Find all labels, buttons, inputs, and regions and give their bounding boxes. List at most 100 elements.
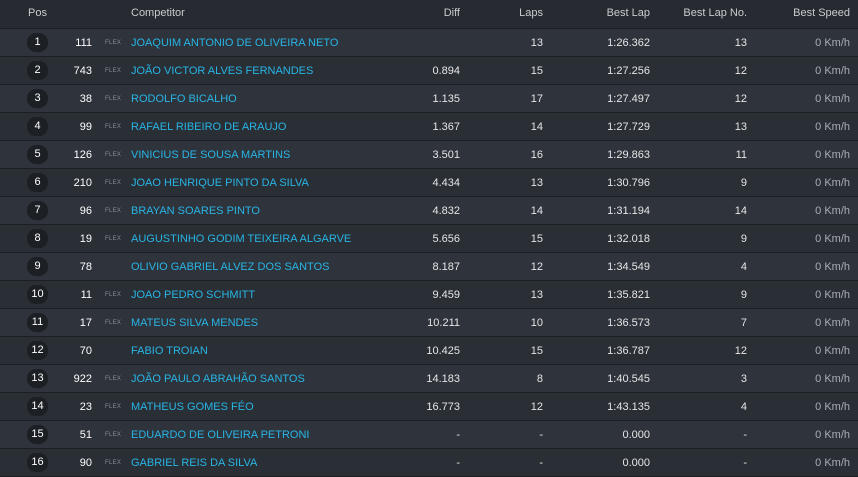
flex-tag: FLEX <box>105 460 122 466</box>
competitor-link[interactable]: AUGUSTINHO GODIM TEIXEIRA ALGARVE <box>131 233 351 245</box>
best-speed-value: 0 Km/h <box>815 37 850 49</box>
table-row[interactable]: 9 78 OLIVIO GABRIEL ALVEZ DOS SANTOS 8.187 1… <box>0 253 858 281</box>
best-speed-value: 0 Km/h <box>815 93 850 105</box>
table-row[interactable]: 16 90 FLEX GABRIEL REIS DA SILVA - - 0.000 - 0 K… <box>0 449 858 477</box>
table-header: Pos Competitor Diff Laps Best Lap Best L… <box>0 0 858 29</box>
best-lap-no-value: 4 <box>740 261 747 273</box>
best-speed-value: 0 Km/h <box>815 65 850 77</box>
position-badge: 10 <box>27 285 48 304</box>
position-badge: 6 <box>27 173 48 192</box>
car-number: 922 <box>73 373 92 385</box>
best-lap-value: 1:34.549 <box>607 261 650 273</box>
best-lap-no-value: 14 <box>734 205 747 217</box>
position-badge: 3 <box>27 89 48 108</box>
position-badge: 7 <box>27 201 48 220</box>
best-lap-no-value: - <box>743 457 747 469</box>
laps-value: 13 <box>530 289 543 301</box>
table-row[interactable]: 6 210 FLEX JOAO HENRIQUE PINTO DA SILVA 4.43… <box>0 169 858 197</box>
header-pos[interactable]: Pos <box>28 7 47 19</box>
header-diff[interactable]: Diff <box>444 7 460 19</box>
competitor-link[interactable]: JOAO HENRIQUE PINTO DA SILVA <box>131 177 309 189</box>
flex-tag: FLEX <box>105 180 122 186</box>
best-lap-value: 1:43.135 <box>607 401 650 413</box>
car-number: 38 <box>79 93 92 105</box>
best-lap-value: 1:30.796 <box>607 177 650 189</box>
flex-tag: FLEX <box>105 208 122 214</box>
header-competitor[interactable]: Competitor <box>131 7 185 19</box>
header-best-lap[interactable]: Best Lap <box>607 7 650 19</box>
competitor-link[interactable]: JOAQUIM ANTONIO DE OLIVEIRA NETO <box>131 37 338 49</box>
best-speed-value: 0 Km/h <box>815 261 850 273</box>
table-row[interactable]: 11 17 FLEX MATEUS SILVA MENDES 10.211 10 1:36.… <box>0 309 858 337</box>
results-table: 1 111 FLEX JOAQUIM ANTONIO DE OLIVEIRA NETO… <box>0 29 858 477</box>
car-number: 743 <box>73 65 92 77</box>
laps-value: 15 <box>530 233 543 245</box>
best-lap-value: 1:31.194 <box>607 205 650 217</box>
competitor-link[interactable]: JOAO PEDRO SCHMITT <box>131 289 255 301</box>
table-row[interactable]: 4 99 FLEX RAFAEL RIBEIRO DE ARAUJO 1.367 14 1:… <box>0 113 858 141</box>
table-row[interactable]: 3 38 FLEX RODOLFO BICALHO 1.135 17 1:27.497 12 0… <box>0 85 858 113</box>
table-row[interactable]: 5 126 FLEX VINICIUS DE SOUSA MARTINS 3.501 16… <box>0 141 858 169</box>
table-row[interactable]: 13 922 FLEX JOÃO PAULO ABRAHÃO SANTOS 14.183… <box>0 365 858 393</box>
diff-value: 0.894 <box>432 65 460 77</box>
competitor-link[interactable]: VINICIUS DE SOUSA MARTINS <box>131 149 290 161</box>
diff-value: 3.501 <box>432 149 460 161</box>
best-lap-no-value: 9 <box>740 233 747 245</box>
best-lap-no-value: 12 <box>734 345 747 357</box>
best-speed-value: 0 Km/h <box>815 149 850 161</box>
table-row[interactable]: 14 23 FLEX MATHEUS GOMES FÉO 16.773 12 1:43.13… <box>0 393 858 421</box>
competitor-link[interactable]: OLIVIO GABRIEL ALVEZ DOS SANTOS <box>131 261 329 273</box>
table-row[interactable]: 12 70 FABIO TROIAN 10.425 15 1:36.787 12 0 Km/h <box>0 337 858 365</box>
flex-tag: FLEX <box>105 68 122 74</box>
position-badge: 13 <box>27 369 48 388</box>
best-speed-value: 0 Km/h <box>815 429 850 441</box>
best-speed-value: 0 Km/h <box>815 121 850 133</box>
position-badge: 4 <box>27 117 48 136</box>
best-lap-no-value: 13 <box>734 121 747 133</box>
table-row[interactable]: 15 51 FLEX EDUARDO DE OLIVEIRA PETRONI - - 0.0… <box>0 421 858 449</box>
competitor-link[interactable]: RAFAEL RIBEIRO DE ARAUJO <box>131 121 286 133</box>
laps-value: 14 <box>530 121 543 133</box>
position-badge: 12 <box>27 341 48 360</box>
flex-tag: FLEX <box>105 320 122 326</box>
flex-tag: FLEX <box>105 292 122 298</box>
competitor-link[interactable]: GABRIEL REIS DA SILVA <box>131 457 257 469</box>
table-row[interactable]: 10 11 FLEX JOAO PEDRO SCHMITT 9.459 13 1:35.82… <box>0 281 858 309</box>
laps-value: 16 <box>530 149 543 161</box>
competitor-link[interactable]: EDUARDO DE OLIVEIRA PETRONI <box>131 429 309 441</box>
best-lap-no-value: 4 <box>740 401 747 413</box>
car-number: 23 <box>79 401 92 413</box>
best-lap-value: 1:27.497 <box>607 93 650 105</box>
competitor-link[interactable]: JOÃO VICTOR ALVES FERNANDES <box>131 65 313 77</box>
competitor-link[interactable]: BRAYAN SOARES PINTO <box>131 205 260 217</box>
table-row[interactable]: 7 96 FLEX BRAYAN SOARES PINTO 4.832 14 1:31.19… <box>0 197 858 225</box>
table-row[interactable]: 2 743 FLEX JOÃO VICTOR ALVES FERNANDES 0.894… <box>0 57 858 85</box>
flex-tag: FLEX <box>105 96 122 102</box>
header-best-speed[interactable]: Best Speed <box>793 7 850 19</box>
table-row[interactable]: 8 19 FLEX AUGUSTINHO GODIM TEIXEIRA ALGARVE… <box>0 225 858 253</box>
car-number: 210 <box>73 177 92 189</box>
car-number: 111 <box>75 37 92 49</box>
best-lap-value: 1:32.018 <box>607 233 650 245</box>
best-speed-value: 0 Km/h <box>815 233 850 245</box>
best-lap-no-value: 7 <box>740 317 747 329</box>
competitor-link[interactable]: MATEUS SILVA MENDES <box>131 317 258 329</box>
competitor-link[interactable]: RODOLFO BICALHO <box>131 93 237 105</box>
flex-tag: FLEX <box>105 40 122 46</box>
car-number: 19 <box>79 233 92 245</box>
flex-tag: FLEX <box>105 124 122 130</box>
competitor-link[interactable]: JOÃO PAULO ABRAHÃO SANTOS <box>131 373 305 385</box>
competitor-link[interactable]: FABIO TROIAN <box>131 345 208 357</box>
best-lap-value: 1:36.573 <box>607 317 650 329</box>
diff-value: 10.425 <box>426 345 460 357</box>
best-lap-value: 1:35.821 <box>607 289 650 301</box>
flex-tag: FLEX <box>105 236 122 242</box>
table-row[interactable]: 1 111 FLEX JOAQUIM ANTONIO DE OLIVEIRA NETO… <box>0 29 858 57</box>
best-lap-no-value: 12 <box>734 65 747 77</box>
position-badge: 2 <box>27 61 48 80</box>
laps-value: 10 <box>530 317 543 329</box>
best-lap-no-value: 9 <box>740 289 747 301</box>
header-best-lap-no[interactable]: Best Lap No. <box>683 7 747 19</box>
competitor-link[interactable]: MATHEUS GOMES FÉO <box>131 401 254 413</box>
header-laps[interactable]: Laps <box>519 7 543 19</box>
